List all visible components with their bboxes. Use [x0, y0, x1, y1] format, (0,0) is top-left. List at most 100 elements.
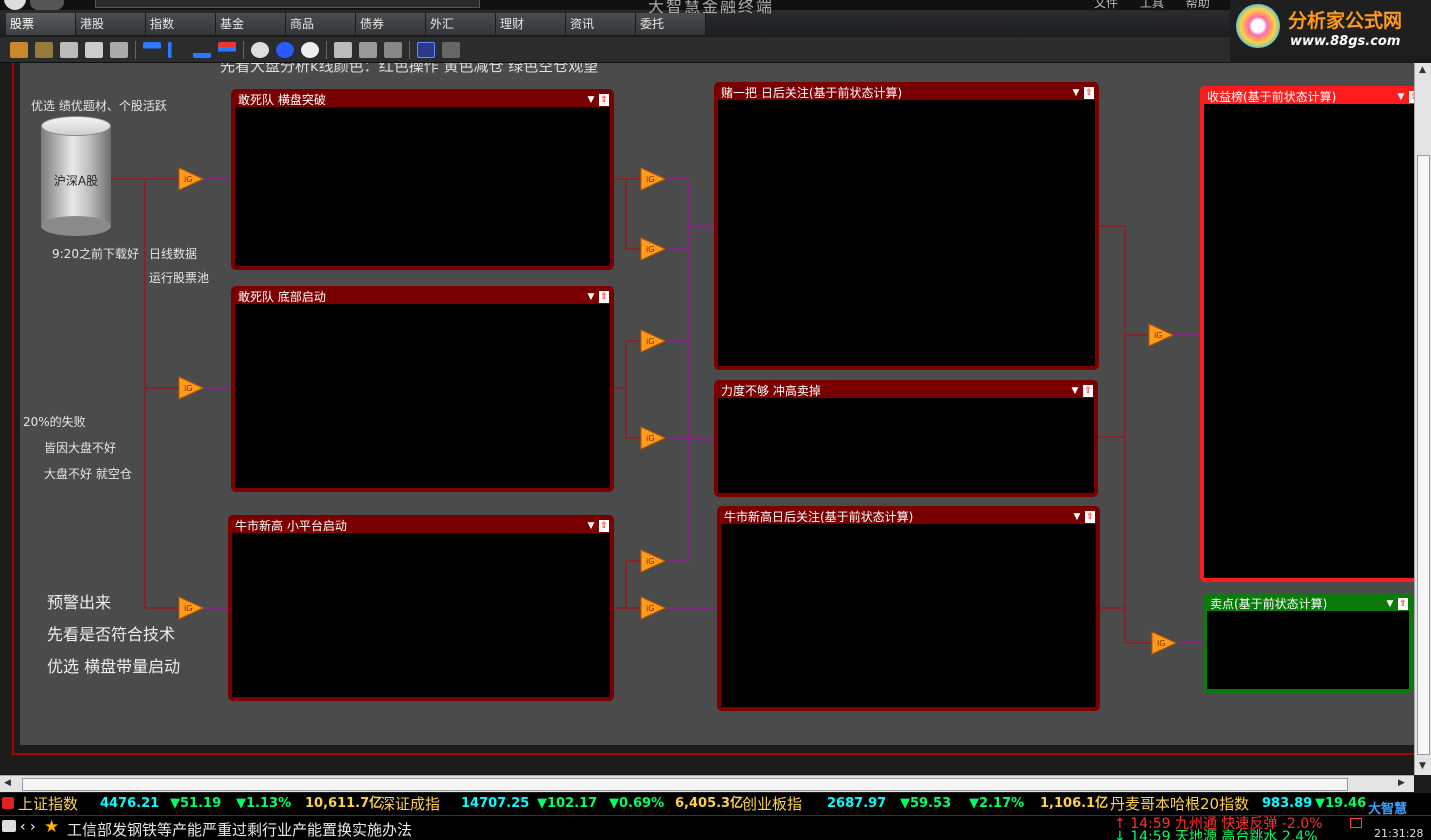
search-input[interactable]: [95, 0, 480, 8]
panel-dare-squad-breakout[interactable]: 敢死队 横盘突破 ▼ ⇧: [231, 89, 614, 270]
svg-text:iG: iG: [646, 604, 654, 613]
tab-stocks[interactable]: 股票: [6, 13, 76, 35]
filter-gate-icon[interactable]: iG: [178, 167, 204, 191]
window-toggle-icon[interactable]: [1350, 818, 1362, 828]
ticker-name[interactable]: 上证指数: [18, 793, 78, 815]
news-headline[interactable]: 工信部发钢铁等产能严重过剩行业产能置换实施办法: [67, 819, 412, 840]
filter-gate-icon[interactable]: iG: [178, 376, 204, 400]
play-icon[interactable]: [251, 41, 269, 58]
scroll-right-icon[interactable]: ▶: [1398, 778, 1405, 788]
panel-bull-high-watch[interactable]: 牛市新高日后关注(基于前状态计算) ▼ ⇧: [717, 506, 1100, 711]
panel-dare-squad-bottom[interactable]: 敢死队 底部启动 ▼ ⇧: [231, 286, 614, 492]
tab-wealth[interactable]: 理财: [496, 13, 566, 35]
filter-gate-icon[interactable]: iG: [640, 167, 666, 191]
dropdown-icon[interactable]: ▼: [1071, 87, 1081, 99]
dropdown-icon[interactable]: ▼: [1385, 598, 1395, 610]
list-icon[interactable]: [384, 41, 402, 58]
stock-pool-database[interactable]: 沪深A股: [41, 116, 111, 236]
filter-gate-icon[interactable]: iG: [640, 596, 666, 620]
index-ticker[interactable]: 上证指数 4476.21 ▼51.19 ▼1.13% 10,611.7亿 深证成…: [0, 793, 1431, 815]
ticker-amount: 10,611.7亿: [305, 796, 383, 811]
tab-index[interactable]: 指数: [146, 13, 216, 35]
zoom-icon[interactable]: [334, 41, 352, 58]
news-nav-icon[interactable]: ‹ ›: [20, 819, 36, 835]
dropdown-icon[interactable]: ▼: [1072, 511, 1082, 523]
scroll-down-icon[interactable]: ▼: [1419, 761, 1426, 771]
open-file-icon[interactable]: [35, 41, 53, 58]
stop-icon[interactable]: [301, 41, 319, 58]
arrow-up-icon[interactable]: ⇧: [1084, 87, 1094, 99]
toolbar: [0, 37, 1230, 63]
panel-header: 牛市新高 小平台启动 ▼ ⇧: [232, 519, 610, 533]
star-icon[interactable]: ★: [44, 817, 59, 837]
tab-funds[interactable]: 基金: [216, 13, 286, 35]
dropdown-icon[interactable]: ▼: [1396, 91, 1406, 103]
copy-icon[interactable]: [110, 41, 128, 58]
save-icon[interactable]: [60, 41, 78, 58]
panel-gamble-watch[interactable]: 赌一把 日后关注(基于前状态计算) ▼ ⇧: [714, 82, 1099, 370]
ticker-name[interactable]: 创业板指: [742, 793, 802, 815]
tab-commodities[interactable]: 商品: [286, 13, 356, 35]
dropdown-icon[interactable]: ▼: [1070, 385, 1080, 397]
filter-gate-icon[interactable]: iG: [640, 426, 666, 450]
pause-icon[interactable]: [276, 41, 294, 58]
download-note: 9:20之前下载好: [52, 247, 139, 261]
panel-bull-high-platform[interactable]: 牛市新高 小平台启动 ▼ ⇧: [228, 515, 614, 701]
tab-hk-stocks[interactable]: 港股: [76, 13, 146, 35]
tab-forex[interactable]: 外汇: [426, 13, 496, 35]
tab-news[interactable]: 资讯: [566, 13, 636, 35]
arrow-up-icon[interactable]: ⇧: [1083, 385, 1093, 397]
open-folder-icon[interactable]: [10, 41, 28, 58]
arrow-up-icon[interactable]: ⇧: [599, 291, 609, 303]
dropdown-icon[interactable]: ▼: [586, 94, 596, 106]
mail-icon[interactable]: [2, 820, 16, 832]
ticker-name[interactable]: 深证成指: [380, 793, 440, 815]
arrow-up-icon[interactable]: ⇧: [1398, 598, 1408, 610]
horizontal-scrollbar[interactable]: ◀ ▶: [0, 775, 1414, 792]
arrow-up-icon[interactable]: ⇧: [599, 94, 609, 106]
back-button[interactable]: [30, 0, 64, 10]
filter-gate-icon[interactable]: iG: [640, 237, 666, 261]
vertical-scrollbar[interactable]: ▲ ▼: [1414, 63, 1431, 775]
dropdown-icon[interactable]: ▼: [586, 291, 596, 303]
panel-weak-sell[interactable]: 力度不够 冲高卖掉 ▼ ⇧: [714, 380, 1098, 497]
filter-gate-icon[interactable]: iG: [1151, 631, 1177, 655]
align-bottom-icon[interactable]: [193, 41, 211, 58]
scroll-up-icon[interactable]: ▲: [1419, 65, 1426, 75]
distribute-icon[interactable]: [218, 41, 236, 58]
print-icon[interactable]: [359, 41, 377, 58]
filter-gate-icon[interactable]: iG: [1148, 323, 1174, 347]
panel-returns-ranking[interactable]: 收益榜(基于前状态计算) ▼ ⇧: [1200, 86, 1414, 582]
close-icon[interactable]: [442, 41, 460, 58]
menu-help[interactable]: 帮助: [1186, 0, 1210, 10]
arrow-up-icon[interactable]: ⇧: [599, 520, 609, 532]
dropdown-icon[interactable]: ▼: [586, 520, 596, 532]
menu-file[interactable]: 文件: [1094, 0, 1118, 10]
tab-bonds[interactable]: 债券: [356, 13, 426, 35]
ticker-value: 983.89: [1262, 796, 1313, 811]
strategy-canvas[interactable]: 先看大盘分析k线颜色：红色操作 黄色减仓 绿色空仓观望 优选 绩优题材、个股活跃…: [20, 63, 1414, 745]
edit-icon[interactable]: [85, 41, 103, 58]
svg-text:iG: iG: [184, 175, 192, 184]
ticker-name[interactable]: 丹麦哥本哈根20指数: [1110, 793, 1249, 815]
filter-gate-icon[interactable]: iG: [178, 596, 204, 620]
align-center-icon[interactable]: [168, 41, 186, 58]
arrow-up-icon[interactable]: ⇧: [1085, 511, 1095, 523]
window-icon[interactable]: [417, 41, 435, 58]
ticker-percent: ▼0.69%: [609, 796, 665, 811]
daily-data-note: 日线数据: [149, 247, 198, 261]
scroll-left-icon[interactable]: ◀: [4, 778, 11, 788]
stock-alerts[interactable]: ↑ 14:59 九州通 快速反弹 -2.0% ↓ 14:59 天地源 高台跳水 …: [1110, 813, 1355, 840]
panel-sell-points[interactable]: 卖点(基于前状态计算) ▼ ⇧: [1203, 593, 1413, 693]
ticker-menu-icon[interactable]: [2, 797, 14, 809]
vertical-scroll-thumb[interactable]: [1417, 155, 1430, 755]
horizontal-scroll-thumb[interactable]: [22, 778, 1348, 791]
menu-tools[interactable]: 工具: [1140, 0, 1164, 10]
align-top-icon[interactable]: [143, 41, 161, 58]
filter-gate-icon[interactable]: iG: [640, 329, 666, 353]
filter-gate-icon[interactable]: iG: [640, 549, 666, 573]
tab-orders[interactable]: 委托: [636, 13, 706, 35]
panel-title: 力度不够 冲高卖掉: [721, 384, 821, 398]
watermark-url: www.88gs.com: [1290, 34, 1401, 49]
warning-note-3: 优选 横盘带量启动: [47, 657, 181, 676]
